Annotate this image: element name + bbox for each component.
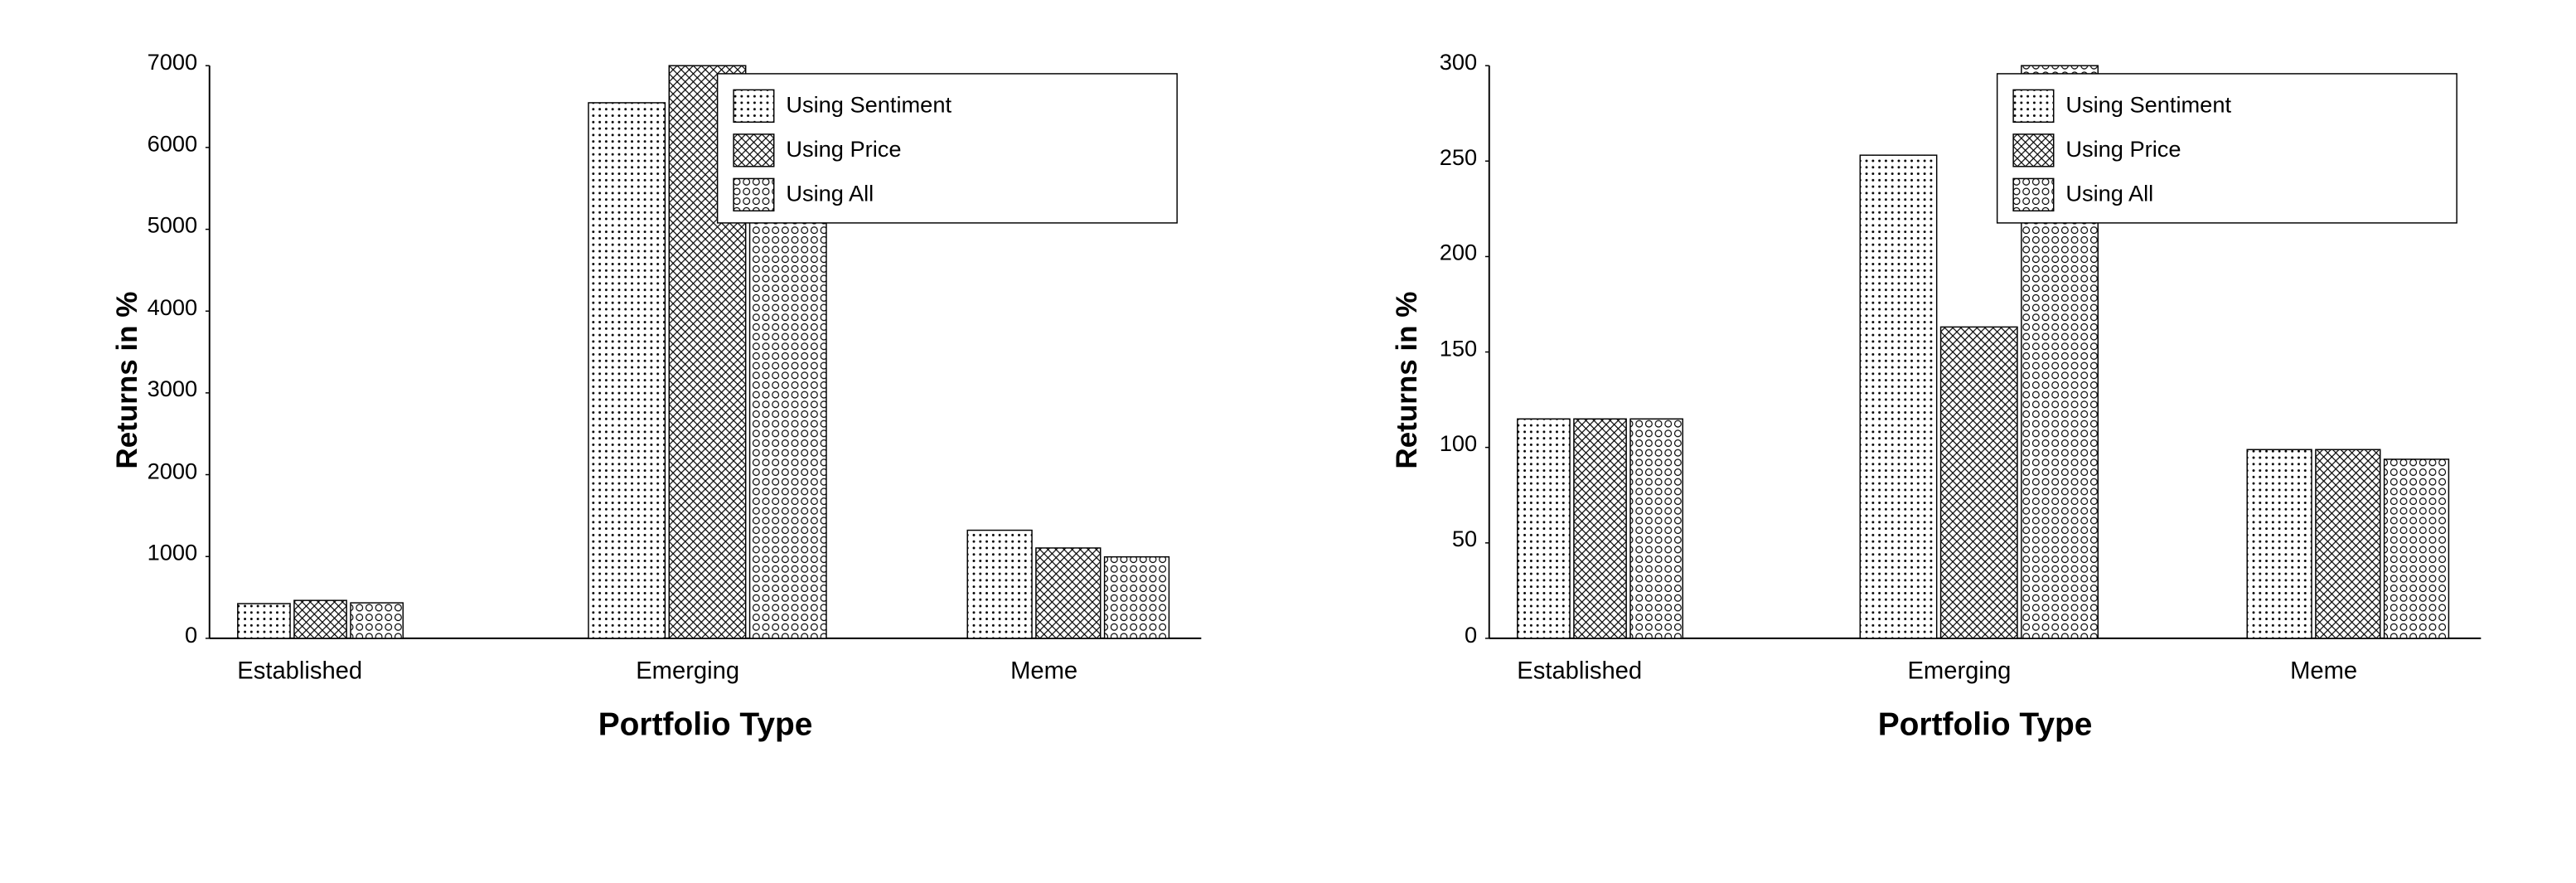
chart2-bar-emg-sentiment bbox=[1860, 155, 1936, 638]
chart2-ytick-150: 150 bbox=[1440, 335, 1477, 361]
chart1-ytick-6000: 6000 bbox=[148, 130, 198, 156]
chart1-bar-est-sentiment bbox=[238, 604, 290, 638]
chart1-ytick-1000: 1000 bbox=[148, 540, 198, 565]
chart2-xlabel-emg: Emerging bbox=[1907, 658, 2011, 685]
chart1-ytick-4000: 4000 bbox=[148, 294, 198, 320]
chart2-ytick-100: 100 bbox=[1440, 430, 1477, 456]
chart1-bar-meme-price bbox=[1036, 548, 1101, 638]
chart2-bar-est-all bbox=[1630, 419, 1683, 638]
chart1-legend-all: Using All bbox=[786, 181, 874, 206]
chart1-xlabel-meme: Meme bbox=[1010, 658, 1077, 685]
chart1-ytick-7000: 7000 bbox=[148, 49, 198, 75]
chart2-svg: 0 50 100 150 200 250 300 Returns in % bbox=[1379, 41, 2535, 784]
chart2-xlabel: Portfolio Type bbox=[1878, 707, 2093, 743]
chart2-bar-est-price bbox=[1574, 419, 1626, 638]
chart1-xlabel-emg: Emerging bbox=[636, 658, 739, 685]
chart1-bar-meme-all bbox=[1105, 557, 1169, 638]
chart1-bar-emg-all bbox=[750, 176, 826, 638]
chart2-ytick-200: 200 bbox=[1440, 240, 1477, 265]
chart2-xlabel-est: Established bbox=[1517, 658, 1642, 685]
chart2-legend-sentiment: Using Sentiment bbox=[2065, 92, 2231, 118]
chart2-ytick-0: 0 bbox=[1465, 622, 1477, 648]
chart1-ylabel: Returns in % bbox=[111, 292, 143, 469]
chart2-ylabel: Returns in % bbox=[1391, 292, 1423, 469]
chart2-legend-price: Using Price bbox=[2065, 136, 2181, 162]
chart1-wrapper: 0 1000 2000 3000 4000 5000 6000 7000 Ret… bbox=[8, 17, 1288, 866]
chart1-legend-price: Using Price bbox=[786, 136, 901, 162]
chart1-bar-meme-sentiment bbox=[967, 531, 1032, 638]
chart2-wrapper: 0 50 100 150 200 250 300 Returns in % bbox=[1288, 17, 2568, 866]
chart2-xlabel-meme: Meme bbox=[2290, 658, 2357, 685]
chart1-legend-sentiment: Using Sentiment bbox=[786, 92, 951, 118]
chart2-ytick-250: 250 bbox=[1440, 144, 1477, 170]
chart2-bar-est-sentiment bbox=[1518, 419, 1570, 638]
charts-container: 0 1000 2000 3000 4000 5000 6000 7000 Ret… bbox=[0, 0, 2576, 883]
chart1-bar-est-all bbox=[351, 603, 403, 638]
chart1-ytick-0: 0 bbox=[185, 622, 197, 648]
chart2-bar-meme-sentiment bbox=[2247, 449, 2312, 638]
chart1-bar-est-price bbox=[294, 600, 346, 638]
chart2-bar-meme-all bbox=[2385, 459, 2449, 638]
chart2-bar-emg-price bbox=[1941, 327, 2017, 638]
chart1-svg: 0 1000 2000 3000 4000 5000 6000 7000 Ret… bbox=[99, 41, 1255, 784]
chart2-ytick-300: 300 bbox=[1440, 49, 1477, 75]
chart2-ytick-50: 50 bbox=[1452, 526, 1477, 551]
chart2-legend-all: Using All bbox=[2065, 181, 2153, 206]
chart1-ytick-5000: 5000 bbox=[148, 212, 198, 238]
chart1-ytick-3000: 3000 bbox=[148, 376, 198, 401]
chart1-ytick-2000: 2000 bbox=[148, 458, 198, 483]
chart1-bar-emg-sentiment bbox=[588, 103, 665, 638]
chart2-bar-meme-price bbox=[2316, 449, 2380, 638]
chart1-xlabel: Portfolio Type bbox=[598, 707, 813, 743]
chart1-xlabel-est: Established bbox=[237, 658, 362, 685]
